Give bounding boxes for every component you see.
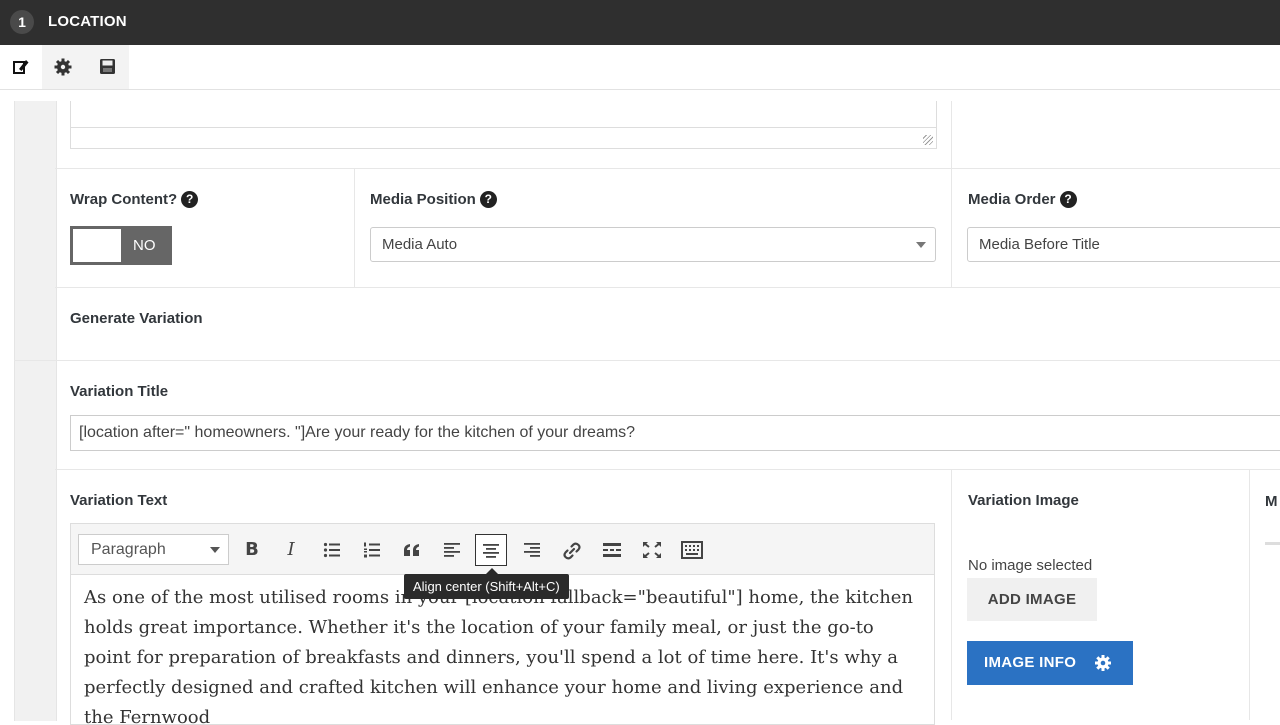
tooltip: Align center (Shift+Alt+C) — [404, 574, 569, 599]
media-order-select[interactable]: Media Before Title — [967, 227, 1280, 262]
media-position-select[interactable]: Media Auto — [370, 227, 936, 262]
add-image-button[interactable]: ADD IMAGE — [967, 578, 1097, 621]
divider — [14, 360, 1280, 361]
wrap-content-toggle[interactable]: NO — [70, 226, 172, 265]
section-header[interactable]: 1 LOCATION — [0, 0, 1280, 45]
divider — [55, 469, 1280, 470]
divider — [951, 101, 952, 287]
left-gutter — [14, 101, 57, 721]
form-body: Wrap Content?? NO Media Position? Media … — [0, 90, 1280, 725]
divider — [354, 168, 355, 287]
divider — [55, 168, 1280, 169]
step-number: 1 — [10, 10, 34, 34]
format-value: Paragraph — [91, 541, 166, 558]
blockquote-icon[interactable] — [396, 534, 428, 566]
help-icon[interactable]: ? — [181, 191, 199, 208]
variation-image-label: Variation Image — [968, 492, 1079, 509]
edit-icon[interactable] — [6, 53, 36, 81]
media-order-label: Media Order? — [968, 191, 1077, 208]
align-right-icon[interactable] — [516, 534, 548, 566]
variation-title-label: Variation Title — [70, 383, 169, 400]
textarea-field[interactable] — [70, 101, 937, 149]
toggle-knob — [73, 229, 121, 262]
save-icon[interactable] — [92, 53, 122, 81]
chevron-down-icon — [210, 547, 220, 553]
variation-title-input[interactable]: [location after=" homeowners. "]Are your… — [70, 415, 1280, 451]
divider — [951, 469, 952, 720]
divider — [1249, 469, 1250, 720]
cut-off-label: M — [1265, 493, 1278, 510]
format-select[interactable]: Paragraph — [78, 534, 229, 565]
image-status: No image selected — [968, 557, 1093, 574]
gear-icon — [1095, 655, 1111, 671]
media-position-value: Media Auto — [382, 236, 458, 253]
align-left-icon[interactable] — [436, 534, 468, 566]
gear-icon[interactable] — [48, 53, 78, 81]
bold-icon[interactable]: B — [236, 534, 268, 566]
toggle-state: NO — [133, 237, 156, 254]
read-more-icon[interactable] — [596, 534, 628, 566]
help-icon[interactable]: ? — [1059, 191, 1077, 208]
image-info-button[interactable]: IMAGE INFO — [967, 641, 1133, 685]
tab-bar — [0, 45, 1280, 90]
numbered-list-icon[interactable] — [356, 534, 388, 566]
variation-text-label: Variation Text — [70, 492, 168, 509]
media-position-label: Media Position? — [370, 191, 497, 208]
generate-variation-label: Generate Variation — [70, 310, 203, 327]
media-order-value: Media Before Title — [979, 236, 1100, 253]
wrap-content-label: Wrap Content?? — [70, 191, 199, 208]
italic-icon[interactable]: I — [275, 534, 307, 566]
chevron-down-icon — [916, 242, 926, 248]
toolbar-toggle-icon[interactable] — [676, 534, 708, 566]
editor-toolbar: Paragraph B I — [70, 523, 935, 575]
align-center-icon[interactable] — [475, 534, 507, 566]
help-icon[interactable]: ? — [479, 191, 497, 208]
cut-off-control — [1265, 542, 1280, 545]
image-info-label: IMAGE INFO — [984, 654, 1077, 671]
divider — [55, 287, 1280, 288]
link-icon[interactable] — [556, 534, 588, 566]
fullscreen-icon[interactable] — [636, 534, 668, 566]
bullet-list-icon[interactable] — [316, 534, 348, 566]
section-title: LOCATION — [48, 13, 127, 30]
resize-handle[interactable] — [923, 135, 933, 145]
